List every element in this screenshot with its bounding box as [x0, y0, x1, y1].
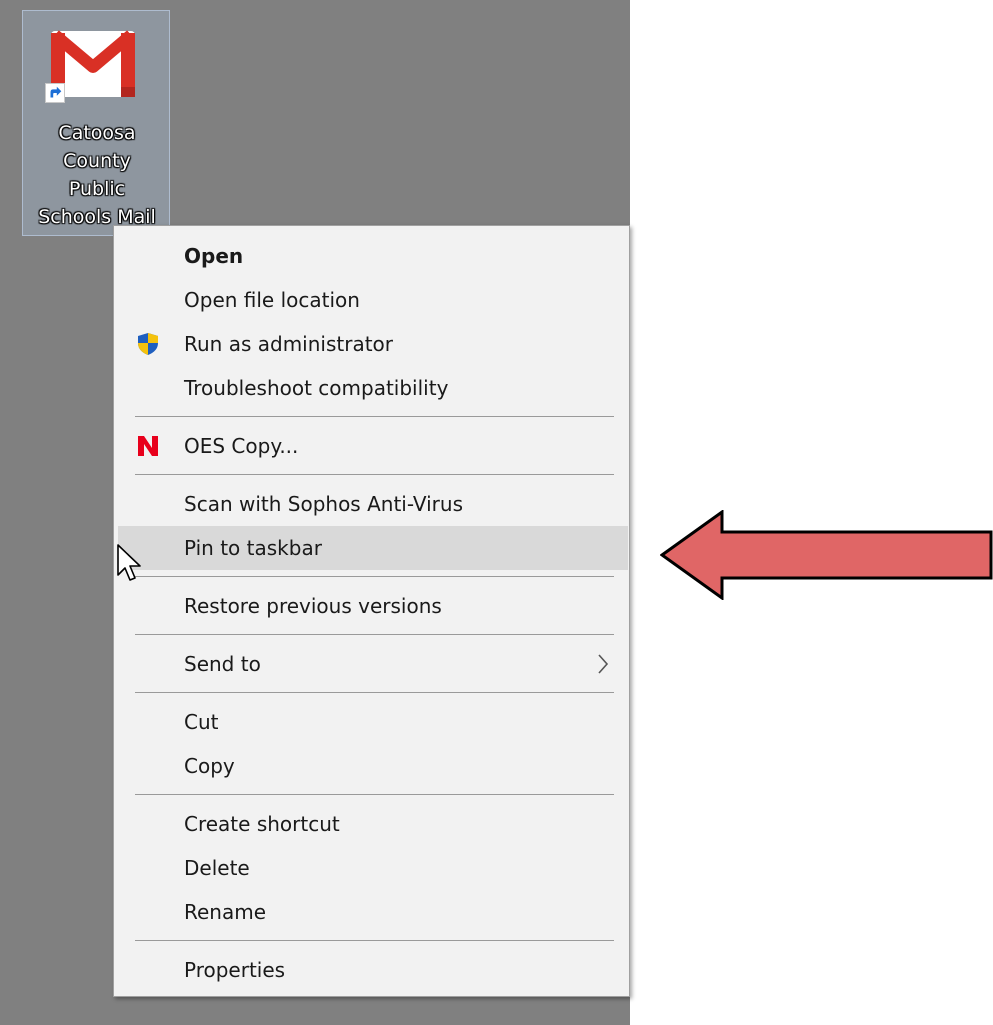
- menu-separator: [135, 940, 614, 941]
- desktop-shortcut-label: Catoosa County Public Schools Mail: [38, 122, 156, 228]
- menu-item-restore-previous-versions[interactable]: Restore previous versions: [118, 584, 628, 628]
- shortcut-arrow-icon: [45, 83, 65, 103]
- menu-item-cut[interactable]: Cut: [118, 700, 628, 744]
- menu-item-label: Create shortcut: [184, 812, 340, 836]
- menu-item-rename[interactable]: Rename: [118, 890, 628, 934]
- desktop-background[interactable]: Catoosa County Public Schools Mail Open …: [0, 0, 630, 1025]
- menu-item-scan-with-sophos[interactable]: Scan with Sophos Anti-Virus: [118, 482, 628, 526]
- menu-item-label: OES Copy...: [184, 434, 299, 458]
- menu-item-label: Scan with Sophos Anti-Virus: [184, 492, 464, 516]
- menu-item-label: Run as administrator: [184, 332, 394, 356]
- menu-item-label: Delete: [184, 856, 250, 880]
- menu-item-label: Troubleshoot compatibility: [184, 376, 449, 400]
- menu-separator: [135, 794, 614, 795]
- menu-item-pin-to-taskbar[interactable]: Pin to taskbar: [118, 526, 628, 570]
- menu-item-label: Properties: [184, 958, 286, 982]
- menu-item-label: Restore previous versions: [184, 594, 442, 618]
- menu-item-label: Send to: [184, 652, 261, 676]
- menu-item-label: Rename: [184, 900, 267, 924]
- menu-item-troubleshoot-compatibility[interactable]: Troubleshoot compatibility: [118, 366, 628, 410]
- menu-separator: [135, 692, 614, 693]
- menu-item-create-shortcut[interactable]: Create shortcut: [118, 802, 628, 846]
- menu-item-run-as-administrator[interactable]: Run as administrator: [118, 322, 628, 366]
- mouse-cursor-icon: [117, 544, 141, 581]
- menu-item-label: Pin to taskbar: [184, 536, 322, 560]
- menu-separator: [135, 474, 614, 475]
- menu-item-open[interactable]: Open: [118, 234, 628, 278]
- desktop-shortcut-catoosa-mail[interactable]: Catoosa County Public Schools Mail: [22, 10, 170, 236]
- menu-item-oes-copy[interactable]: OES Copy...: [118, 424, 628, 468]
- callout-arrow-icon: [660, 510, 993, 600]
- chevron-right-icon: [598, 654, 609, 674]
- menu-separator: [135, 416, 614, 417]
- menu-item-label: Cut: [184, 710, 219, 734]
- menu-item-properties[interactable]: Properties: [118, 948, 628, 992]
- menu-item-send-to[interactable]: Send to: [118, 642, 628, 686]
- context-menu: Open Open file location Run as administr…: [113, 225, 630, 997]
- menu-item-open-file-location[interactable]: Open file location: [118, 278, 628, 322]
- uac-shield-icon: [138, 333, 158, 355]
- menu-item-delete[interactable]: Delete: [118, 846, 628, 890]
- menu-separator: [135, 576, 614, 577]
- menu-item-label: Open: [184, 244, 244, 268]
- menu-item-label: Open file location: [184, 288, 360, 312]
- menu-item-label: Copy: [184, 754, 235, 778]
- novell-n-icon: [138, 436, 158, 456]
- menu-separator: [135, 634, 614, 635]
- menu-item-copy[interactable]: Copy: [118, 744, 628, 788]
